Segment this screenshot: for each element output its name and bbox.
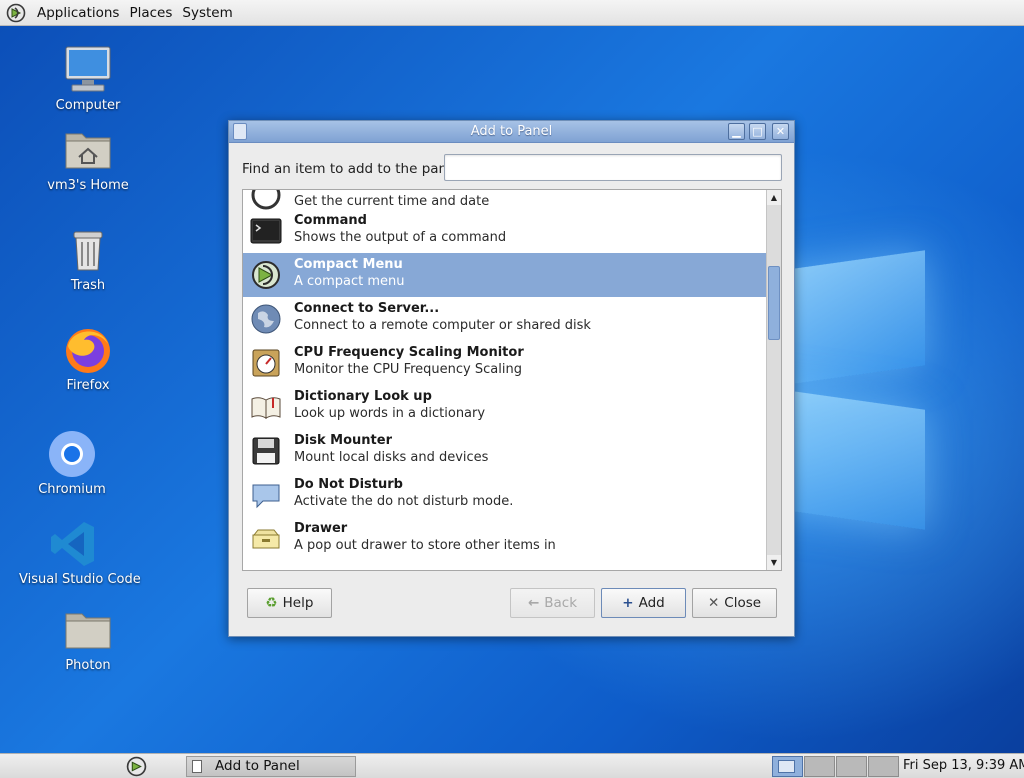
taskbar-window-button[interactable]: Add to Panel [186,756,356,777]
item-list[interactable]: Get the current time and date Command Sh… [242,189,782,571]
item-name: Disk Mounter [294,433,392,448]
desktop-icon-chromium[interactable]: Chromium [17,428,127,497]
applications-menu[interactable]: Applications [32,5,124,21]
close-button-label: Close [724,595,762,611]
item-desc: A compact menu [294,274,405,289]
list-item-connect-to-server[interactable]: Connect to Server... Connect to a remote… [243,297,767,341]
taskbar-window-label: Add to Panel [215,758,300,774]
list-item-drawer[interactable]: Drawer A pop out drawer to store other i… [243,517,767,561]
back-arrow-icon: ← [527,595,540,611]
desktop-icon-label: Firefox [66,378,110,393]
back-button[interactable]: ← Back [510,588,595,618]
book-icon [251,397,281,419]
back-button-label: Back [544,595,578,611]
desktop-icon-vscode[interactable]: Visual Studio Code [19,518,141,587]
firefox-icon [66,329,110,373]
help-icon: ♻ [265,595,278,611]
speech-bubble-icon [252,484,280,509]
item-name: Connect to Server... [294,301,440,316]
floppy-icon [252,437,280,465]
window-icon [192,760,202,773]
desktop-icon-label: Photon [65,658,111,673]
minimize-icon[interactable]: ▁ [728,123,745,140]
find-label: Find an item to add to the panel: [242,161,464,177]
item-desc: Connect to a remote computer or shared d… [294,318,591,333]
close-x-icon: ✕ [707,595,720,611]
scroll-down-icon[interactable]: ▼ [767,555,781,570]
desktop-icon-home[interactable]: vm3's Home [33,124,143,193]
list-item-disk-mounter[interactable]: Disk Mounter Mount local disks and devic… [243,429,767,473]
list-item-command[interactable]: Command Shows the output of a command [243,209,767,253]
item-desc: Monitor the CPU Frequency Scaling [294,362,522,377]
vscode-icon [51,522,94,566]
chromium-icon [49,431,95,477]
system-menu[interactable]: System [177,5,237,21]
top-panel: Applications Places System [0,0,1024,26]
item-desc: A pop out drawer to store other items in [294,538,556,553]
item-desc: Activate the do not disturb mode. [294,494,514,509]
list-item-cpu-freq[interactable]: CPU Frequency Scaling Monitor Monitor th… [243,341,767,385]
list-item-do-not-disturb[interactable]: Do Not Disturb Activate the do not distu… [243,473,767,517]
help-button-label: Help [282,595,314,611]
list-item-compact-menu[interactable]: Compact Menu A compact menu [243,253,767,297]
desktop-icon-label: Chromium [38,482,106,497]
places-menu[interactable]: Places [124,5,177,21]
add-button[interactable]: + Add [601,588,686,618]
desktop-icon-firefox[interactable]: Firefox [33,324,143,393]
close-button[interactable]: ✕ Close [692,588,777,618]
clock[interactable]: Fri Sep 13, 9:39 AM [903,758,1024,773]
desktop-icon-label: Visual Studio Code [19,572,141,587]
item-desc: Shows the output of a command [294,230,507,245]
item-name: Command [294,213,367,228]
item-desc: Look up words in a dictionary [294,406,486,421]
plus-icon: + [622,595,634,611]
scroll-up-icon[interactable]: ▲ [767,190,781,205]
help-button[interactable]: ♻ Help [247,588,332,618]
show-desktop-icon[interactable] [126,756,147,777]
workspace-window-thumb [778,760,795,773]
item-name: Drawer [294,521,348,536]
item-desc: Mount local disks and devices [294,450,489,465]
add-button-label: Add [638,595,665,611]
item-name: Compact Menu [294,257,403,272]
desktop-icon-photon[interactable]: Photon [33,604,143,673]
trash-icon [73,231,103,271]
cpu-gauge-icon [252,349,280,377]
search-input[interactable] [444,154,782,181]
compact-menu-icon [252,261,280,289]
mate-logo-icon[interactable] [6,3,26,23]
desktop-icon-label: vm3's Home [47,178,129,193]
maximize-icon[interactable]: □ [749,123,766,140]
desktop-icon-label: Computer [55,98,121,113]
dialog-title: Add to Panel [470,124,553,139]
close-icon[interactable]: ✕ [772,123,789,140]
terminal-icon [250,218,282,244]
workspace-4[interactable] [868,756,899,777]
bottom-panel: Add to Panel Fri Sep 13, 9:39 AM [0,753,1024,778]
dialog-titlebar[interactable]: Add to Panel ▁ □ ✕ [229,121,794,143]
clock-icon [251,190,281,210]
workspace-2[interactable] [804,756,835,777]
item-name: Do Not Disturb [294,477,403,492]
workspace-1[interactable] [772,756,803,777]
globe-icon [251,304,281,334]
home-folder-icon [65,133,111,169]
desktop-icon-trash[interactable]: Trash [33,224,143,293]
workspace-3[interactable] [836,756,867,777]
list-item-dictionary[interactable]: Dictionary Look up Look up words in a di… [243,385,767,429]
scrollbar-thumb[interactable] [768,266,780,340]
desktop-icon-computer[interactable]: Computer [33,44,143,113]
add-to-panel-dialog: Add to Panel ▁ □ ✕ Find an item to add t… [228,120,795,637]
item-desc: Get the current time and date [294,194,490,209]
folder-icon [65,613,111,649]
list-scrollbar[interactable]: ▲ ▼ [766,190,781,570]
item-name: Dictionary Look up [294,389,432,404]
desktop-icon-label: Trash [70,278,106,293]
drawer-icon [252,529,280,549]
computer-icon [65,46,111,92]
item-name: CPU Frequency Scaling Monitor [294,345,524,360]
